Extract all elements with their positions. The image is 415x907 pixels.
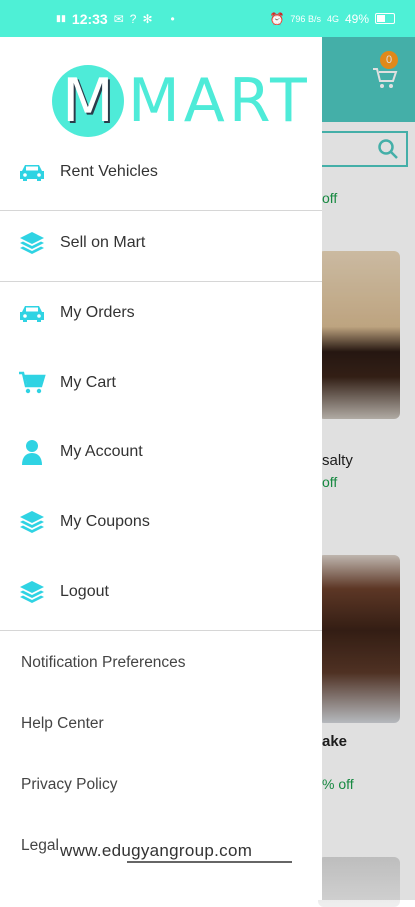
layers-icon (18, 510, 46, 534)
app-logo: M MART (52, 65, 307, 139)
menu-item-label: Rent Vehicles (60, 163, 158, 180)
network-type: 4G (326, 13, 339, 24)
menu-item-label: Sell on Mart (60, 234, 146, 251)
layers-icon (18, 580, 46, 604)
gesture-bar[interactable] (127, 861, 292, 863)
link-privacy-policy[interactable]: Privacy Policy (21, 776, 117, 794)
menu-item-label: Logout (60, 583, 109, 600)
logo-text: MART (128, 66, 311, 136)
divider (0, 630, 322, 631)
battery-icon (375, 13, 395, 24)
menu-item-my-orders[interactable]: My Orders (0, 291, 322, 335)
menu-item-logout[interactable]: Logout (0, 570, 322, 614)
menu-item-label: My Coupons (60, 513, 150, 530)
cart-icon (18, 371, 46, 395)
help-icon: ? (129, 11, 137, 26)
nav-drawer: M MART Rent Vehicles Sell on Mart My Ord… (0, 37, 322, 900)
person-icon (18, 440, 46, 465)
alarm-icon: ⏰ (269, 11, 285, 26)
menu-item-label: My Account (60, 443, 143, 460)
menu-item-sell-on-mart[interactable]: Sell on Mart (0, 221, 322, 265)
menu-item-my-account[interactable]: My Account (0, 430, 322, 474)
divider (0, 281, 322, 282)
signal-icon: ▮▮ (56, 13, 66, 23)
menu-item-label: My Cart (60, 374, 116, 391)
battery-percent: 49% (344, 11, 369, 26)
message-icon: ✉ (113, 11, 124, 26)
link-notification-preferences[interactable]: Notification Preferences (21, 654, 186, 672)
link-help-center[interactable]: Help Center (21, 715, 104, 733)
logo-initial: M (62, 66, 114, 136)
net-speed: 796 B/s (290, 13, 321, 24)
status-time: 12:33 (71, 10, 108, 27)
link-legal[interactable]: Legal (21, 837, 59, 855)
car-icon (18, 160, 46, 184)
car-icon (18, 301, 46, 325)
settings-icon: ✻ (142, 11, 153, 26)
status-bar: ▮▮ 12:33 ✉ ? ✻ • ⏰ 796 B/s 4G 49% (0, 0, 415, 37)
menu-item-my-cart[interactable]: My Cart (0, 361, 322, 405)
menu-item-my-coupons[interactable]: My Coupons (0, 500, 322, 544)
menu-item-label: My Orders (60, 304, 135, 321)
layers-icon (18, 231, 46, 255)
menu-item-rent-vehicles[interactable]: Rent Vehicles (0, 150, 322, 194)
website-footer: www.edugyangroup.com (60, 841, 253, 860)
divider (0, 210, 322, 211)
